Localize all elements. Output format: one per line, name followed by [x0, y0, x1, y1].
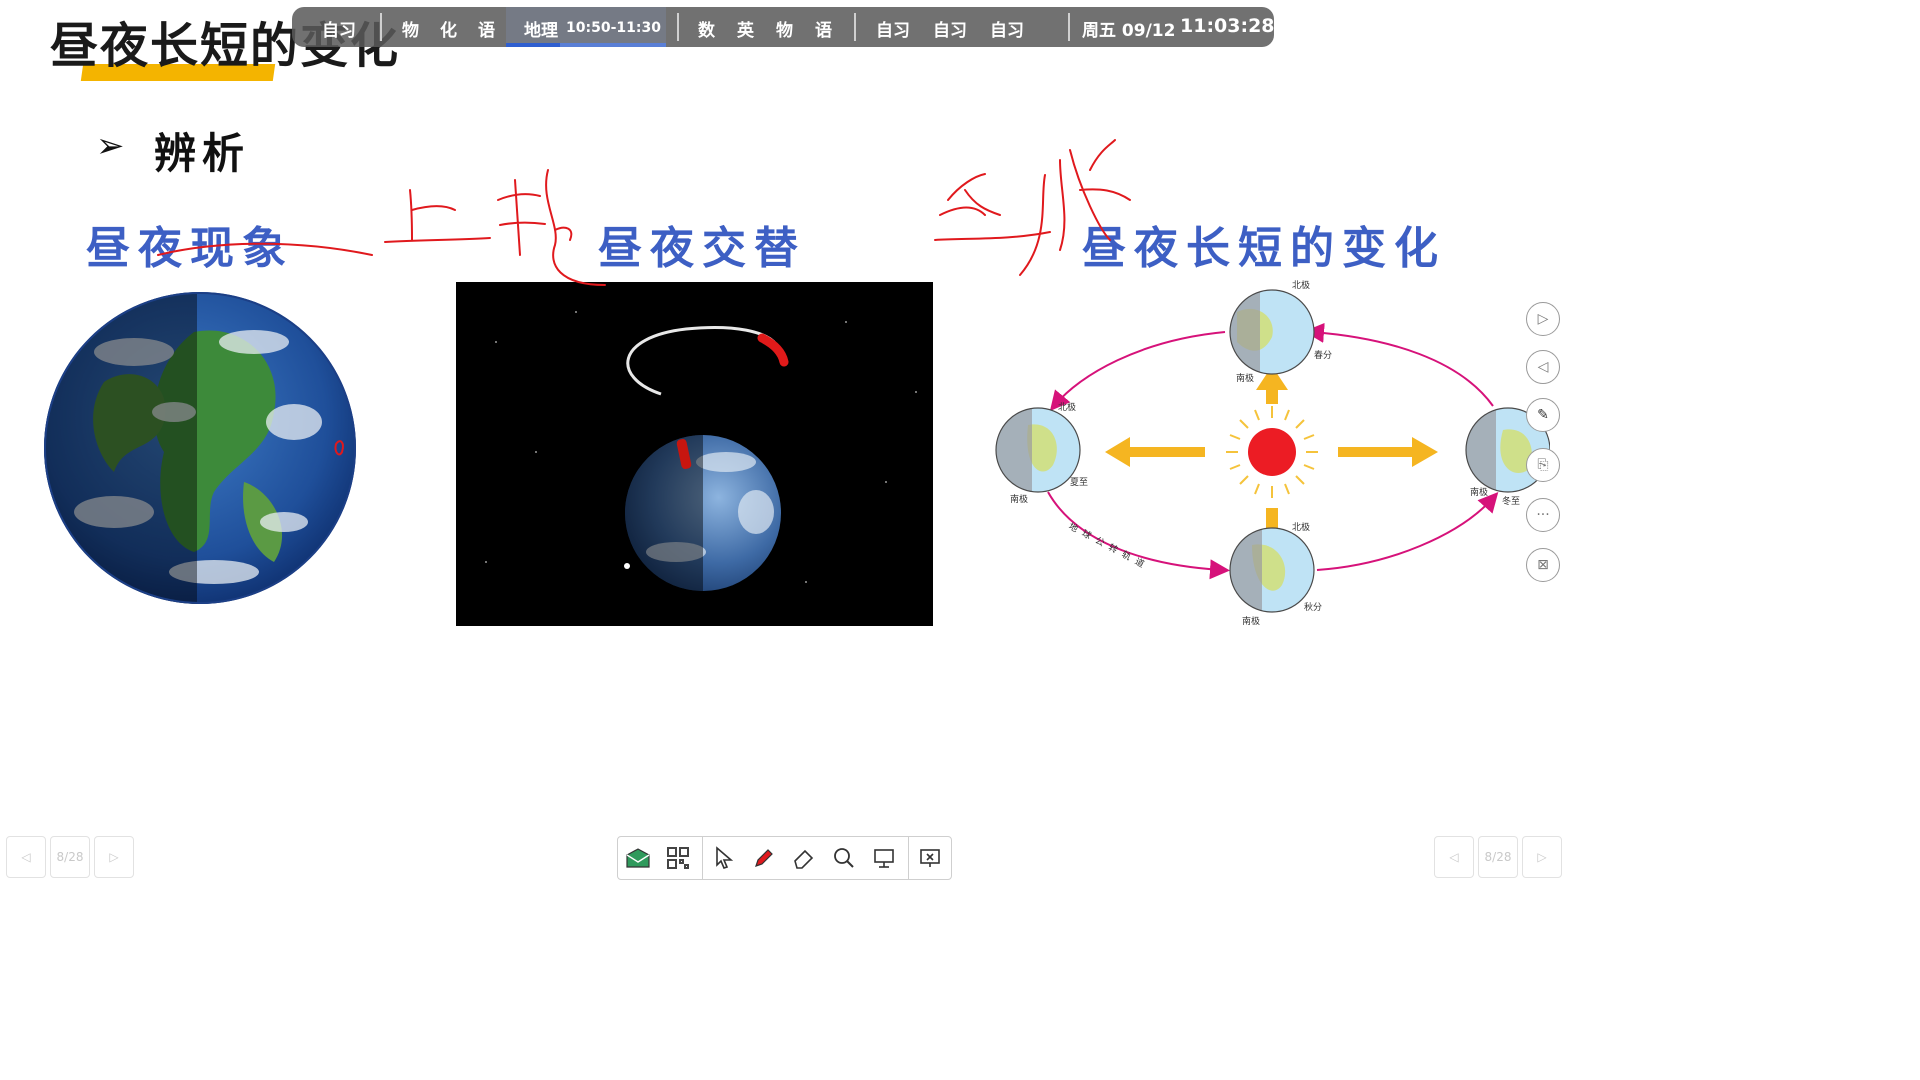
schedule-divider	[380, 13, 382, 41]
pen-settings-icon[interactable]: ✎	[1526, 398, 1560, 432]
next-page-button[interactable]: ▷	[1522, 836, 1562, 878]
earth-rotation-video-frame	[456, 282, 933, 626]
schedule-item-current: 地理	[524, 21, 558, 41]
schedule-item: 自习	[876, 21, 910, 41]
schedule-item: 数	[698, 21, 715, 41]
page-indicator: 8/28	[1478, 836, 1518, 878]
concept-day-night: 昼夜现象	[86, 223, 294, 274]
schedule-current-time: 10:50-11:30	[566, 20, 661, 36]
pager-right: ◁ 8/28 ▷	[1434, 836, 1564, 878]
zoom-icon[interactable]	[828, 842, 860, 874]
label-south-pole: 南极	[1010, 493, 1028, 505]
label-winter: 冬至	[1502, 495, 1520, 507]
bullet-heading: 辨析	[154, 129, 251, 178]
play-next-icon[interactable]: ▷	[1526, 302, 1560, 336]
next-page-button[interactable]: ▷	[94, 836, 134, 878]
schedule-item: 英	[737, 21, 754, 41]
earth-orbit-seasons-diagram: 北极 南极 春分 北极 南极 夏至 南极 冬至 北极 秋分 南极 地球公转轨道	[995, 280, 1550, 627]
more-icon[interactable]: ···	[1526, 498, 1560, 532]
concept-day-length-change: 昼夜长短的变化	[1082, 223, 1446, 274]
close-screen-icon[interactable]: ⊠	[1526, 548, 1560, 582]
pen-icon[interactable]	[748, 842, 780, 874]
schedule-item: 自习	[933, 21, 967, 41]
schedule-divider	[854, 13, 856, 41]
class-progress-fill	[506, 43, 560, 47]
schedule-clock: 11:03:28	[1180, 15, 1275, 37]
label-south-pole: 南极	[1236, 372, 1254, 384]
label-north-pole: 北极	[1292, 521, 1310, 533]
schedule-item: 物	[402, 21, 419, 41]
exit-slideshow-icon[interactable]	[914, 842, 946, 874]
screen-icon[interactable]	[868, 842, 900, 874]
bottom-toolbar	[617, 836, 952, 880]
schedule-divider	[677, 13, 679, 41]
schedule-item: 自习	[322, 21, 356, 41]
schedule-item: 语	[815, 21, 832, 41]
eraser-icon[interactable]	[788, 842, 820, 874]
sun-icon	[1226, 406, 1318, 498]
pager-left: ◁ 8/28 ▷	[6, 836, 136, 878]
schedule-date: 周五 09/12	[1082, 21, 1176, 41]
schedule-item: 化	[440, 21, 457, 41]
page-indicator: 8/28	[50, 836, 90, 878]
prev-page-button[interactable]: ◁	[1434, 836, 1474, 878]
concept-day-night-alternation: 昼夜交替	[598, 223, 806, 274]
label-orbit: 地球公转轨道	[1067, 520, 1152, 573]
play-prev-icon[interactable]: ◁	[1526, 350, 1560, 384]
label-south-pole: 南极	[1470, 486, 1488, 498]
schedule-item: 自习	[990, 21, 1024, 41]
label-south-pole: 南极	[1242, 615, 1260, 627]
bullet-arrow-icon: ➢	[96, 126, 125, 166]
schedule-bar: 自习 物 化 语 地理 10:50-11:30 数 英 物 语 自习 自习 自习…	[292, 7, 1275, 47]
label-summer: 夏至	[1070, 477, 1088, 488]
schedule-divider	[1068, 13, 1070, 41]
label-north-pole: 北极	[1058, 401, 1076, 413]
mail-icon[interactable]	[622, 842, 654, 874]
export-icon[interactable]: ⎘	[1526, 448, 1560, 482]
pointer-icon[interactable]	[708, 842, 740, 874]
schedule-item: 语	[478, 21, 495, 41]
toolbar-divider	[908, 837, 909, 879]
earth-day-night-image	[44, 292, 356, 604]
qr-icon[interactable]	[662, 842, 694, 874]
label-spring: 春分	[1314, 349, 1332, 361]
label-north-pole: 北极	[1292, 280, 1310, 291]
schedule-item: 物	[776, 21, 793, 41]
label-autumn: 秋分	[1304, 601, 1322, 613]
toolbar-divider	[702, 837, 703, 879]
prev-page-button[interactable]: ◁	[6, 836, 46, 878]
